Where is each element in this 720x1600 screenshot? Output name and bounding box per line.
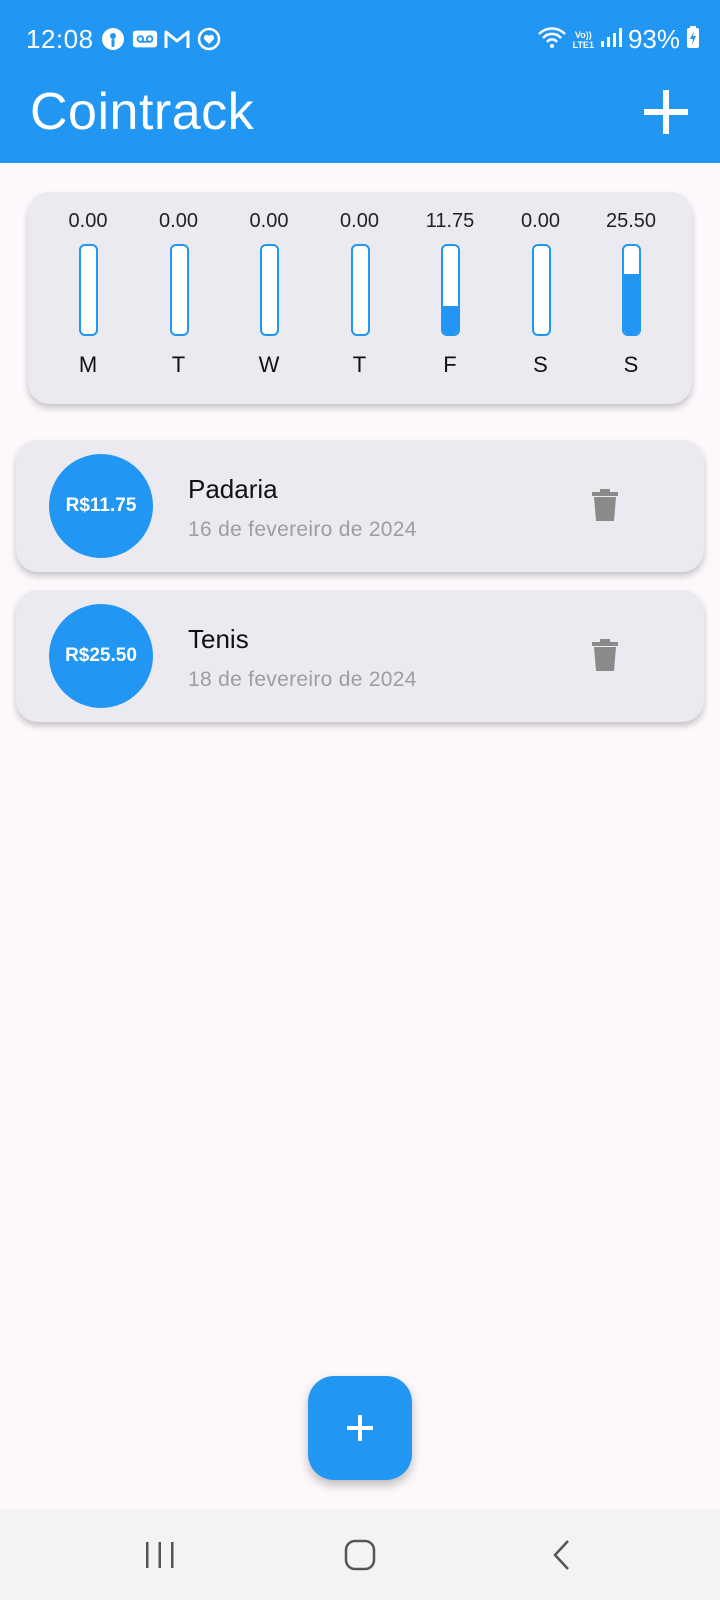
weekly-chart-card: 0.00 M 0.00 T 0.00 W 0.00 T 11.75 F 0.00 S 25.50 S xyxy=(28,192,692,404)
plus-icon xyxy=(347,1415,373,1441)
battery-percentage: 93% xyxy=(627,24,680,54)
day-bar-track xyxy=(441,244,460,336)
notification-icons xyxy=(100,26,222,52)
chart-day-column: 0.00 W xyxy=(229,192,309,404)
app-title: Cointrack xyxy=(30,83,255,141)
day-bar-track xyxy=(350,244,370,336)
day-label: M xyxy=(78,352,98,377)
recents-icon xyxy=(146,1542,174,1568)
day-amount: 0.00 xyxy=(521,210,560,232)
day-amount: 25.50 xyxy=(605,210,657,232)
back-button[interactable] xyxy=(532,1532,592,1578)
delete-expense-button[interactable] xyxy=(590,638,622,674)
add-expense-fab[interactable] xyxy=(308,1376,412,1480)
gmail-icon xyxy=(164,26,190,52)
day-label: S xyxy=(533,352,548,377)
chart-day-column: 0.00 T xyxy=(139,192,219,404)
home-icon xyxy=(344,1539,376,1571)
day-bar-track xyxy=(79,244,98,336)
expense-amount-badge: R$11.75 xyxy=(49,454,153,558)
day-bar-fill xyxy=(443,306,458,334)
home-button[interactable] xyxy=(330,1532,390,1578)
day-label: T xyxy=(352,352,367,377)
day-bar-fill xyxy=(624,273,639,334)
navigation-bar xyxy=(0,1510,720,1600)
chart-day-column: 0.00 S xyxy=(501,192,581,404)
expense-date: 16 de fevereiro de 2024 xyxy=(188,518,417,541)
signal-icon xyxy=(600,26,622,53)
chart-day-column: 25.50 S xyxy=(591,192,671,404)
chart-day-column: 0.00 M xyxy=(48,192,128,404)
expense-date: 18 de fevereiro de 2024 xyxy=(188,668,417,691)
podcast-icon xyxy=(100,26,126,52)
expense-item: R$25.50 Tenis 18 de fevereiro de 2024 xyxy=(16,590,704,722)
day-bar-track xyxy=(169,244,189,336)
trash-icon xyxy=(592,489,618,521)
day-amount: 0.00 xyxy=(68,210,108,232)
day-label: W xyxy=(258,352,280,377)
day-bar-track xyxy=(622,244,641,336)
day-bar-track xyxy=(260,244,279,336)
day-amount: 0.00 xyxy=(249,210,289,232)
add-expense-button[interactable] xyxy=(642,88,690,136)
network-type: Vo)) LTE1 xyxy=(573,30,594,50)
health-icon xyxy=(196,26,222,52)
status-time: 12:08 xyxy=(26,24,94,54)
top-app-area: 12:08 Vo)) LTE1 93% Cointrack xyxy=(0,0,720,163)
day-label: T xyxy=(171,352,186,377)
expense-item: R$11.75 Padaria 16 de fevereiro de 2024 xyxy=(16,440,704,572)
back-icon xyxy=(553,1540,569,1570)
chart-day-column: 11.75 F xyxy=(410,192,490,404)
volte-label: Vo)) xyxy=(574,29,592,40)
day-bar-track xyxy=(531,244,551,336)
delete-expense-button[interactable] xyxy=(590,488,622,524)
status-bar: 12:08 Vo)) LTE1 93% xyxy=(0,0,720,80)
trash-icon xyxy=(592,639,618,671)
day-amount: 11.75 xyxy=(425,210,475,232)
chart-day-column: 0.00 T xyxy=(320,192,400,404)
expense-amount-badge: R$25.50 xyxy=(49,604,153,708)
wifi-icon xyxy=(537,25,567,54)
voicemail-icon xyxy=(132,26,158,52)
day-label: S xyxy=(623,352,639,377)
day-amount: 0.00 xyxy=(340,210,379,232)
expense-title: Tenis xyxy=(188,624,249,654)
lte-label: LTE1 xyxy=(572,39,594,50)
recents-button[interactable] xyxy=(130,1532,190,1578)
app-screen: 12:08 Vo)) LTE1 93% Cointrack 0.00 M 0.0… xyxy=(0,0,720,1600)
day-label: F xyxy=(443,352,457,377)
battery-charging-icon xyxy=(686,25,700,54)
system-status-icons: Vo)) LTE1 93% xyxy=(537,24,700,55)
plus-icon xyxy=(644,90,688,134)
expense-title: Padaria xyxy=(188,474,278,504)
day-amount: 0.00 xyxy=(159,210,198,232)
